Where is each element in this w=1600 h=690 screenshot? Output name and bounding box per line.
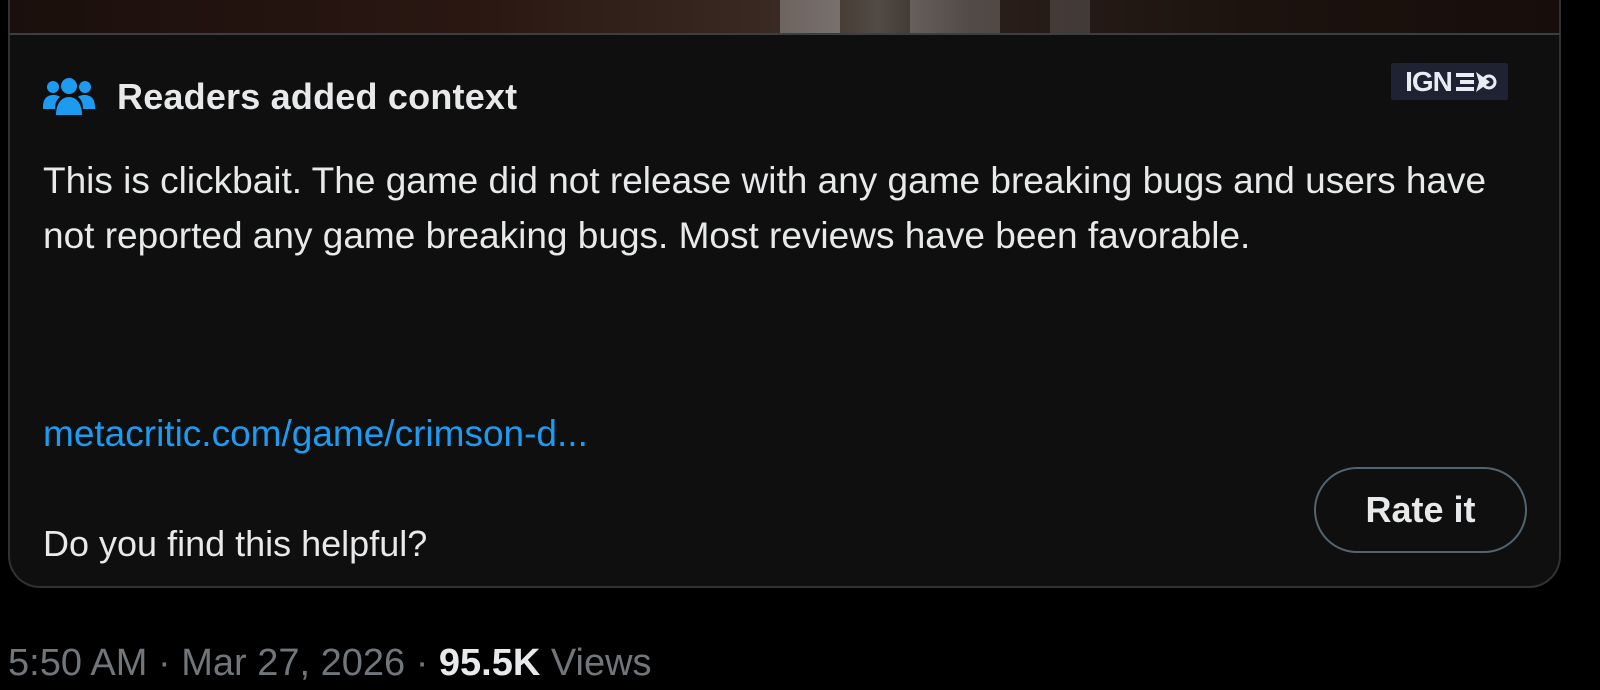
media-image-detail bbox=[1050, 0, 1090, 34]
post-metadata: 5:50 AM · Mar 27, 2026 · 95.5K Views bbox=[8, 640, 652, 686]
source-badge-label: IGN bbox=[1405, 65, 1453, 97]
media-image-detail bbox=[910, 0, 1000, 34]
ign-30-logo-icon bbox=[1455, 71, 1497, 92]
post-time[interactable]: 5:50 AM bbox=[8, 642, 147, 684]
rate-it-button[interactable]: Rate it bbox=[1314, 467, 1527, 553]
community-note-header: Readers added context bbox=[43, 75, 517, 119]
community-note-title: Readers added context bbox=[117, 76, 518, 117]
meta-separator: · bbox=[415, 642, 429, 684]
views-label: Views bbox=[550, 642, 652, 684]
source-link[interactable]: metacritic.com/game/crimson-d... bbox=[43, 411, 588, 457]
post-media-image[interactable] bbox=[8, 0, 1561, 34]
people-icon bbox=[43, 78, 95, 115]
community-note-card: Readers added context IGN This is clickb… bbox=[8, 33, 1561, 588]
helpful-prompt: Do you find this helpful? bbox=[43, 523, 428, 564]
media-image-detail bbox=[780, 0, 840, 34]
post-date[interactable]: Mar 27, 2026 bbox=[181, 642, 405, 684]
community-note-text: This is clickbait. The game did not rele… bbox=[43, 160, 1487, 256]
source-badge: IGN bbox=[1391, 63, 1508, 100]
meta-separator: · bbox=[157, 642, 171, 684]
views-count: 95.5K bbox=[438, 642, 541, 684]
